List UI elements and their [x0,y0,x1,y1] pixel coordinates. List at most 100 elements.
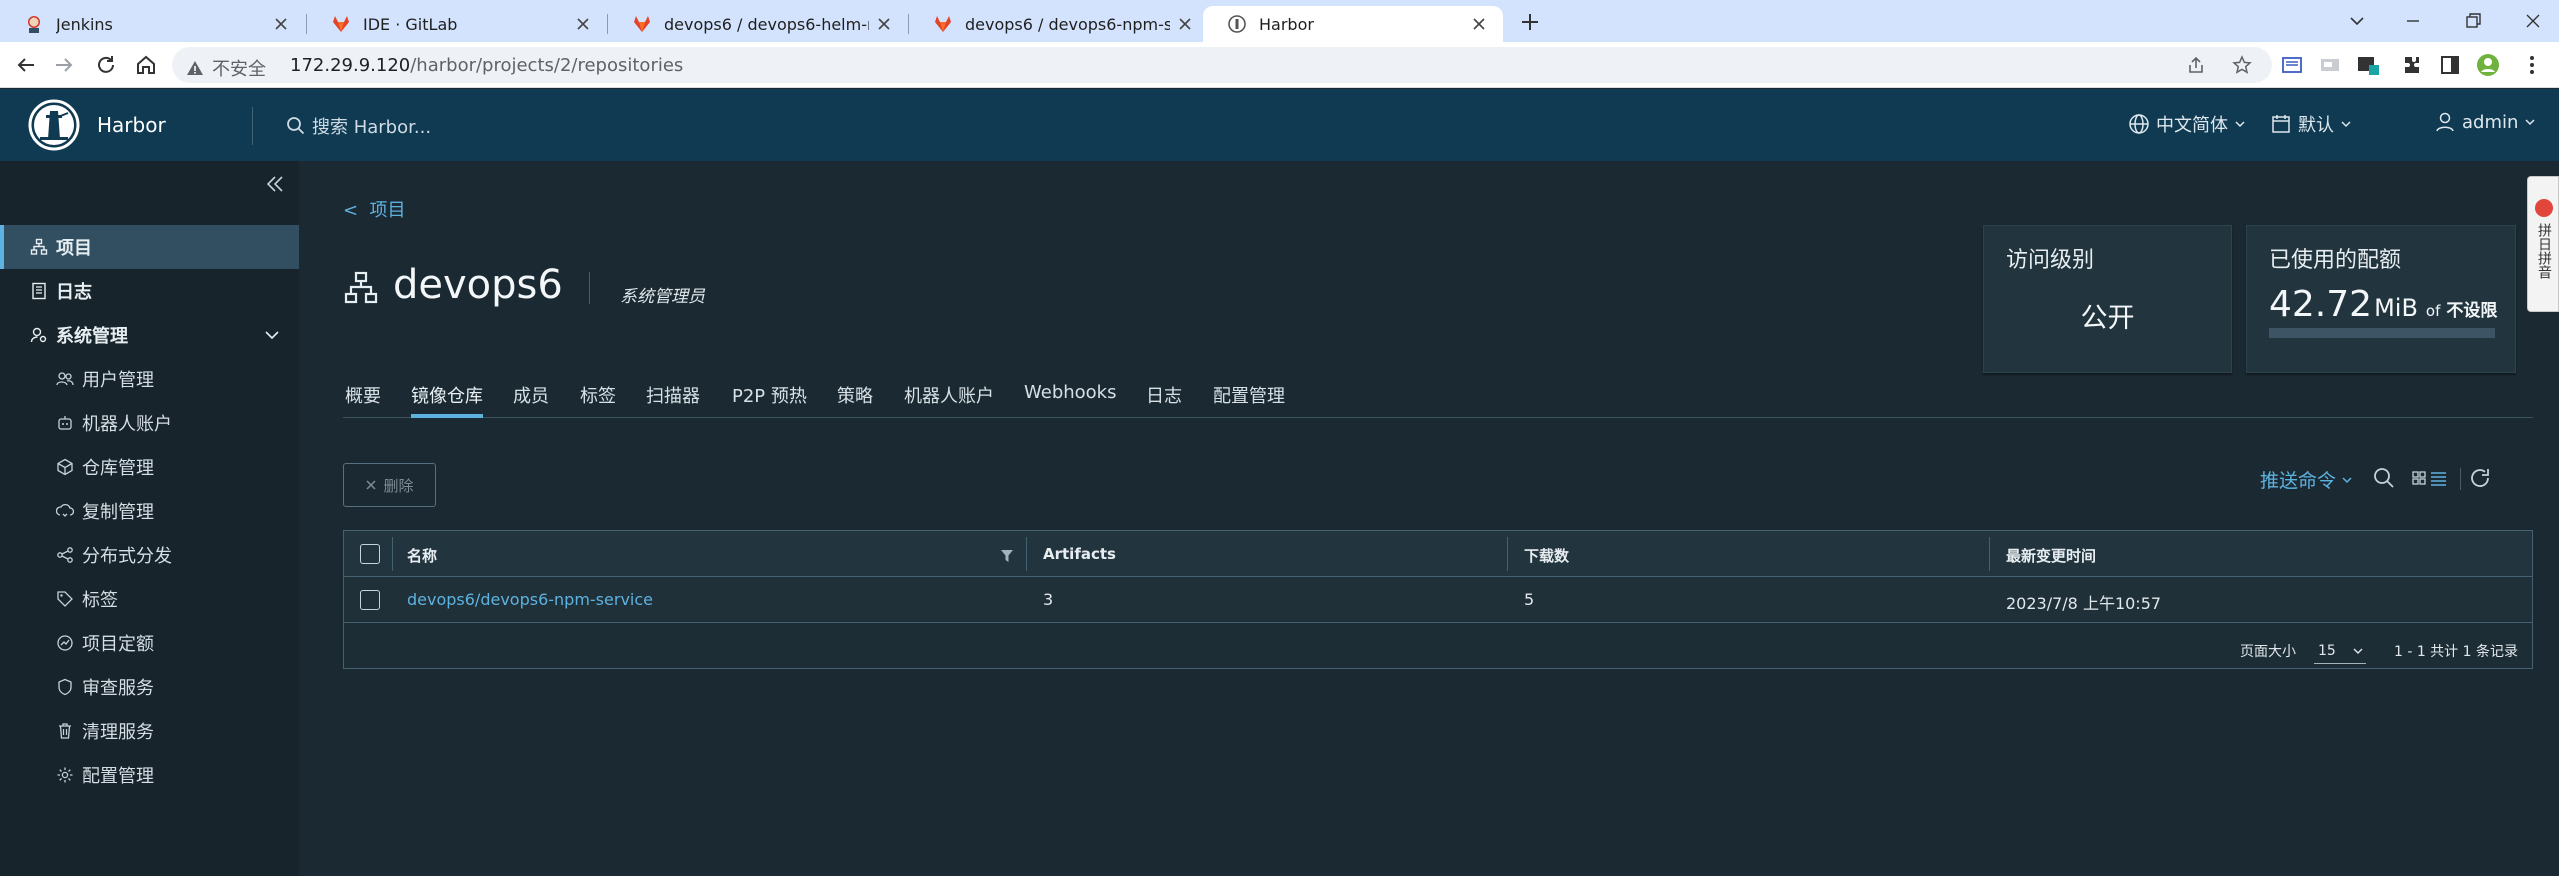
tag-icon [57,591,73,607]
tab-webhooks[interactable]: Webhooks [1024,382,1116,418]
tab-logs[interactable]: 日志 [1146,382,1182,418]
reading-mode-icon[interactable] [2280,53,2304,77]
project-role: 系统管理员 [620,287,705,307]
sidebar-item-projects[interactable]: 项目 [0,225,299,269]
more-menu-icon[interactable] [2520,53,2544,77]
chevron-down-icon[interactable] [262,325,282,345]
close-icon[interactable] [874,14,894,34]
pull-count: 5 [1524,590,1535,609]
admin-icon [30,327,47,343]
harbor-logo-icon[interactable] [28,99,80,151]
sidebar-item-replications[interactable]: 复制管理 [0,489,299,533]
datetime-format-selector[interactable]: 默认 [2270,111,2352,137]
close-icon[interactable] [1469,14,1489,34]
browser-tab-gitlab-ide[interactable]: IDE · GitLab [307,6,607,42]
sidebar-item-project-quotas[interactable]: 项目定额 [0,621,299,665]
tab-repositories[interactable]: 镜像仓库 [411,382,483,418]
quota-card: 已使用的配额 42.72 MiB of 不设限 [2246,225,2516,373]
extension-badge-icon[interactable] [2356,53,2380,77]
extensions-puzzle-icon[interactable] [2400,53,2424,77]
tab-p2p-preheat[interactable]: P2P 预热 [732,382,807,418]
page-size-label: 页面大小 [2239,644,2296,660]
chevron-down-icon [2353,648,2363,654]
tab-policy[interactable]: 策略 [837,382,873,418]
chevron-down-icon [2341,121,2351,128]
sidebar-item-labels[interactable]: 标签 [0,577,299,621]
back-to-projects-link[interactable]: < 项目 [343,196,406,222]
home-icon[interactable] [134,53,158,77]
tab-summary[interactable]: 概要 [345,382,381,418]
user-menu[interactable]: admin [2434,111,2536,133]
sidebar-item-interrogation-services[interactable]: 审查服务 [0,665,299,709]
sidebar-item-distributions[interactable]: 分布式分发 [0,533,299,577]
quota-of: of [2425,302,2441,320]
collapse-sidebar-icon[interactable] [264,173,286,195]
floating-ime-widget[interactable]: 拼日拼音 [2527,176,2559,312]
sidebar-item-registries[interactable]: 仓库管理 [0,445,299,489]
global-search[interactable]: 搜索 Harbor... [286,113,431,139]
tab-robot-accounts[interactable]: 机器人账户 [904,382,994,418]
new-tab-plus-icon[interactable] [1518,10,1542,34]
forward-arrow-icon[interactable] [52,53,76,77]
sidebar-item-robot-accounts[interactable]: 机器人账户 [0,401,299,445]
side-panel-icon[interactable] [2438,53,2462,77]
column-header-update-time[interactable]: 最新变更时间 [2006,545,2096,566]
push-command-dropdown[interactable]: 推送命令 [2260,466,2354,493]
page-size-select[interactable]: 15 [2313,638,2366,664]
minimize-icon[interactable] [2400,8,2426,34]
extension-screen-icon[interactable] [2318,53,2342,77]
share-icon[interactable] [2186,55,2206,75]
close-icon[interactable] [573,14,593,34]
calendar-icon [2272,115,2290,133]
reload-icon[interactable] [94,53,118,77]
sidebar-item-label: 审查服务 [82,678,154,699]
browser-tab-harbor[interactable]: Harbor [1203,6,1503,42]
delete-button[interactable]: 删除 [343,463,436,507]
column-header-artifacts[interactable]: Artifacts [1043,545,1116,563]
tab-scanner[interactable]: 扫描器 [646,382,700,418]
tab-labels[interactable]: 标签 [580,382,616,418]
tab-members[interactable]: 成员 [513,382,549,418]
back-arrow-icon[interactable] [14,53,38,77]
security-warning[interactable]: 不安全 [186,55,266,81]
language-selector[interactable]: 中文简体 [2128,111,2246,137]
column-header-name[interactable]: 名称 [407,545,437,566]
browser-tab-jenkins[interactable]: Jenkins [0,6,305,42]
registry-icon [57,458,73,476]
table-row[interactable]: devops6/devops6-npm-service 3 5 2023/7/8… [344,577,2532,623]
update-time: 2023/7/8 上午10:57 [2006,594,2162,613]
bookmark-star-icon[interactable] [2232,55,2252,75]
brand-name[interactable]: Harbor [97,113,166,137]
profile-avatar-icon[interactable] [2476,53,2500,77]
sidebar-item-users[interactable]: 用户管理 [0,357,299,401]
close-icon[interactable] [271,14,291,34]
card-list-view-toggle-icon[interactable] [2411,466,2453,490]
search-icon[interactable] [2372,466,2396,490]
column-divider [1507,537,1508,571]
row-checkbox[interactable] [360,590,380,610]
address-bar[interactable]: 不安全 172.29.9.120/harbor/projects/2/repos… [172,47,2272,83]
refresh-icon[interactable] [2468,466,2492,490]
column-header-pulls[interactable]: 下载数 [1524,545,1569,566]
restore-icon[interactable] [2460,8,2486,34]
sidebar-item-label: 机器人账户 [82,414,172,435]
sidebar-item-configuration[interactable]: 配置管理 [0,753,299,797]
tab-search-chevron-icon[interactable] [2344,8,2370,34]
sidebar-item-label: 标签 [82,590,118,611]
url-text[interactable]: 172.29.9.120/harbor/projects/2/repositor… [290,55,683,76]
select-all-checkbox[interactable] [360,544,380,564]
tab-configuration[interactable]: 配置管理 [1213,382,1285,418]
repository-name-link[interactable]: devops6/devops6-npm-service [407,590,653,609]
sidebar-item-admin[interactable]: 系统管理 [0,313,299,357]
language-label: 中文简体 [2156,115,2228,136]
back-link-label: 项目 [369,200,406,221]
replication-icon [56,503,74,517]
close-icon[interactable] [1175,14,1195,34]
browser-tab-helm-repo[interactable]: devops6 / devops6-helm-repo [608,6,908,42]
filter-icon[interactable] [1000,549,1014,563]
browser-tab-npm-service[interactable]: devops6 / devops6-npm-servi [909,6,1209,42]
sidebar-item-clean-up[interactable]: 清理服务 [0,709,299,753]
sidebar-item-logs[interactable]: 日志 [0,269,299,313]
window-close-icon[interactable] [2520,8,2546,34]
harbor-header: Harbor 搜索 Harbor... 中文简体 默认 admin [0,89,2559,161]
